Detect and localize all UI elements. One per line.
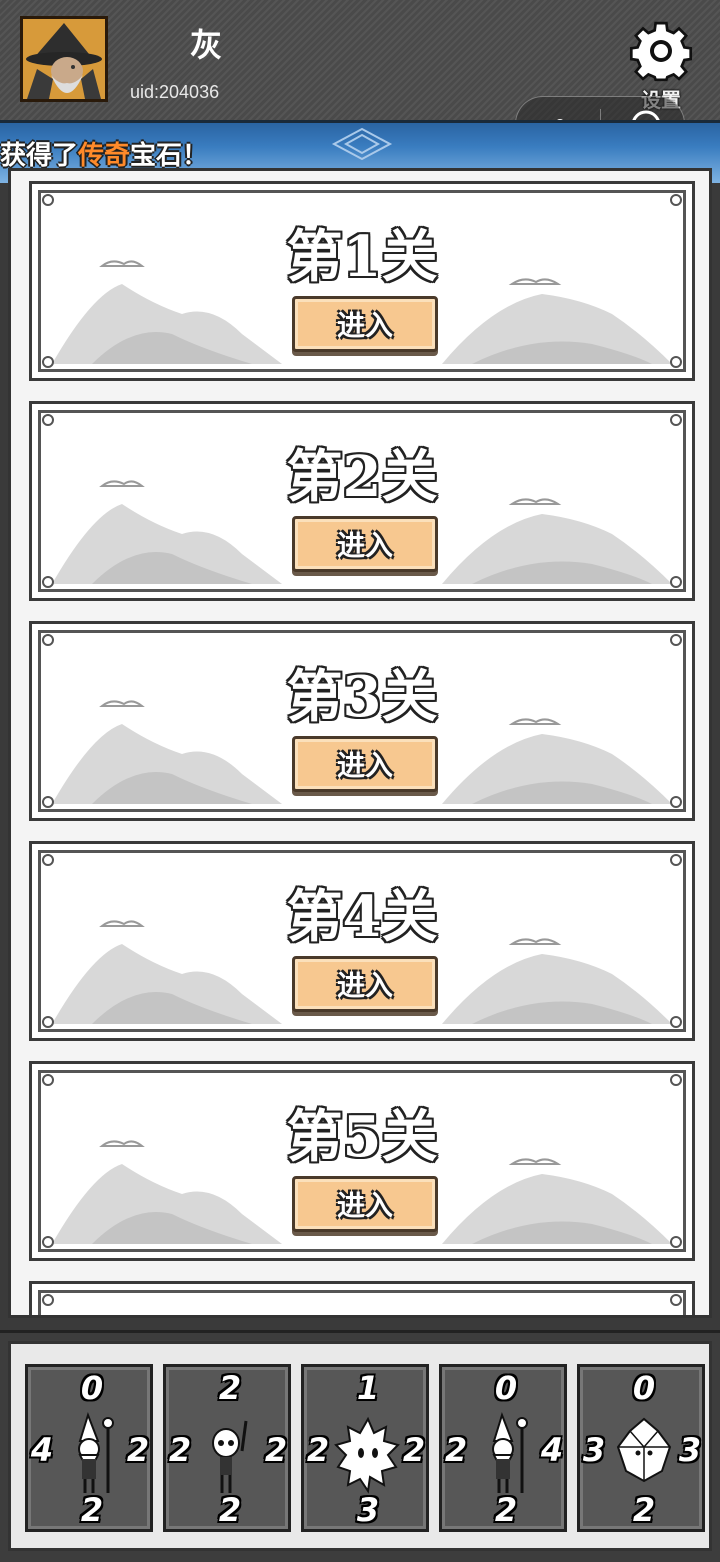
- stat-bottom: 2: [218, 1491, 242, 1529]
- level-title: 第5关: [286, 1104, 438, 1170]
- stat-left: 4: [30, 1431, 54, 1469]
- level-list[interactable]: 第1关 进入 第2关 进入 第3关 进入 第4关 进入 第5关 进入: [8, 168, 712, 1318]
- level-card-5: 第5关 进入: [29, 1061, 695, 1261]
- enter-level-1-button[interactable]: 进入: [292, 296, 438, 352]
- stat-bottom: 2: [494, 1491, 518, 1529]
- banner-suffix: 宝石！: [130, 141, 209, 171]
- level-title: 第2关: [286, 444, 438, 510]
- rivet: [42, 796, 54, 808]
- stat-top: 0: [80, 1369, 104, 1407]
- stat-bottom: 3: [356, 1491, 380, 1529]
- stat-top: 2: [218, 1369, 242, 1407]
- level-card-partial: [29, 1281, 695, 1315]
- wizard-icon: [78, 1411, 114, 1493]
- player-name: 灰: [190, 26, 223, 64]
- stat-left: 2: [168, 1431, 192, 1469]
- level-title: 第1关: [286, 224, 438, 290]
- stat-top: 0: [494, 1369, 518, 1407]
- rivet: [42, 1074, 54, 1086]
- banner-highlight: 传奇: [78, 141, 131, 171]
- rivet: [42, 356, 54, 368]
- rivet: [42, 1294, 54, 1306]
- enter-level-2-button[interactable]: 进入: [292, 516, 438, 572]
- wizard-icon: [492, 1411, 528, 1493]
- unit-card-5[interactable]: 0 3 3 2: [577, 1364, 705, 1532]
- crystal-golem-icon: [616, 1417, 672, 1483]
- rivet: [670, 356, 682, 368]
- rivet: [670, 414, 682, 426]
- unit-card-2[interactable]: 2 2 2 2: [163, 1364, 291, 1532]
- level-title: 第3关: [286, 664, 438, 730]
- unit-card-1[interactable]: 0 4 2 2: [25, 1364, 153, 1532]
- level-card-2: 第2关 进入: [29, 401, 695, 601]
- card-deck-bar: 0 4 2 2 2 2 2 2 1 2 2 3 0 2 4 2 0 3 3 2: [0, 1330, 720, 1562]
- enter-level-3-button[interactable]: 进入: [292, 736, 438, 792]
- level-title: 第4关: [286, 884, 438, 950]
- player-avatar[interactable]: [20, 16, 108, 102]
- rivet: [42, 854, 54, 866]
- card-tray: 0 4 2 2 2 2 2 2 1 2 2 3 0 2 4 2 0 3 3 2: [8, 1341, 712, 1551]
- enter-level-4-button[interactable]: 进入: [292, 956, 438, 1012]
- top-header: 灰 uid:204036 设置: [0, 0, 720, 152]
- stat-top: 1: [356, 1369, 380, 1407]
- rivet: [42, 194, 54, 206]
- rivet: [670, 194, 682, 206]
- banner-message: 获得了传奇宝石！: [0, 135, 208, 172]
- player-uid: uid:204036: [130, 82, 220, 102]
- rivet: [670, 1294, 682, 1306]
- enter-level-5-button[interactable]: 进入: [292, 1176, 438, 1232]
- wizard-portrait-icon: [23, 19, 105, 99]
- stat-bottom: 2: [80, 1491, 104, 1529]
- rivet: [42, 576, 54, 588]
- stat-left: 3: [582, 1431, 606, 1469]
- gear-icon: [629, 21, 693, 82]
- rivet: [42, 1016, 54, 1028]
- rivet: [670, 1074, 682, 1086]
- level-card-1: 第1关 进入: [29, 181, 695, 381]
- rivet: [670, 796, 682, 808]
- stat-left: 2: [306, 1431, 330, 1469]
- rivet: [670, 1016, 682, 1028]
- level-card-3: 第3关 进入: [29, 621, 695, 821]
- stat-top: 0: [632, 1369, 656, 1407]
- diamond-ornament-icon: [331, 127, 393, 161]
- unit-card-4[interactable]: 0 2 4 2: [439, 1364, 567, 1532]
- stat-left: 2: [444, 1431, 468, 1469]
- rivet: [670, 854, 682, 866]
- level-card-4: 第4关 进入: [29, 841, 695, 1041]
- rivet: [42, 634, 54, 646]
- rivet: [42, 1236, 54, 1248]
- rivet: [670, 1236, 682, 1248]
- rivet: [42, 414, 54, 426]
- skeleton-icon: [212, 1420, 248, 1493]
- unit-card-3[interactable]: 1 2 2 3: [301, 1364, 429, 1532]
- rivet: [670, 634, 682, 646]
- rivet: [670, 576, 682, 588]
- stat-bottom: 2: [632, 1491, 656, 1529]
- spiky-blob-icon: [334, 1416, 400, 1494]
- banner-prefix: 获得了: [0, 141, 79, 171]
